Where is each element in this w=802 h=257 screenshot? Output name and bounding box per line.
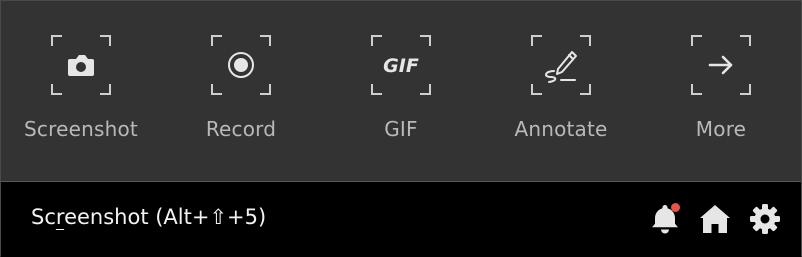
notification-badge — [671, 203, 680, 212]
status-bar: Screenshot (Alt+⇧+5) — [1, 181, 801, 257]
title-prefix: Sc — [31, 205, 56, 229]
title-access-key: r — [55, 205, 65, 229]
gif-icon: GIF — [371, 35, 431, 95]
gif-button[interactable]: GIF GIF — [321, 1, 481, 181]
gear-icon — [750, 204, 780, 234]
arrow-right-icon — [691, 35, 751, 95]
mode-title: Screenshot (Alt+⇧+5) — [31, 205, 266, 229]
notifications-button[interactable] — [647, 201, 683, 237]
gif-label: GIF — [384, 117, 418, 141]
home-button[interactable] — [697, 201, 733, 237]
screenshot-button[interactable]: Screenshot — [1, 1, 161, 181]
more-label: More — [695, 117, 747, 141]
gif-glyph: GIF — [383, 55, 419, 77]
record-button[interactable]: Record — [161, 1, 321, 181]
capture-panel: Screenshot Record GIF GIF Annotate More … — [0, 0, 802, 257]
capture-toolbar: Screenshot Record GIF GIF Annotate More — [1, 1, 801, 181]
annotate-label: Annotate — [514, 117, 608, 141]
camera-icon — [51, 35, 111, 95]
title-suffix: eenshot (Alt+⇧+5) — [64, 205, 267, 229]
settings-button[interactable] — [747, 201, 783, 237]
more-button[interactable]: More — [641, 1, 801, 181]
home-icon — [700, 205, 730, 233]
record-icon — [211, 35, 271, 95]
footer-icons — [647, 201, 783, 237]
pen-icon — [531, 35, 591, 95]
screenshot-label: Screenshot — [24, 117, 138, 141]
annotate-button[interactable]: Annotate — [481, 1, 641, 181]
record-label: Record — [205, 117, 277, 141]
